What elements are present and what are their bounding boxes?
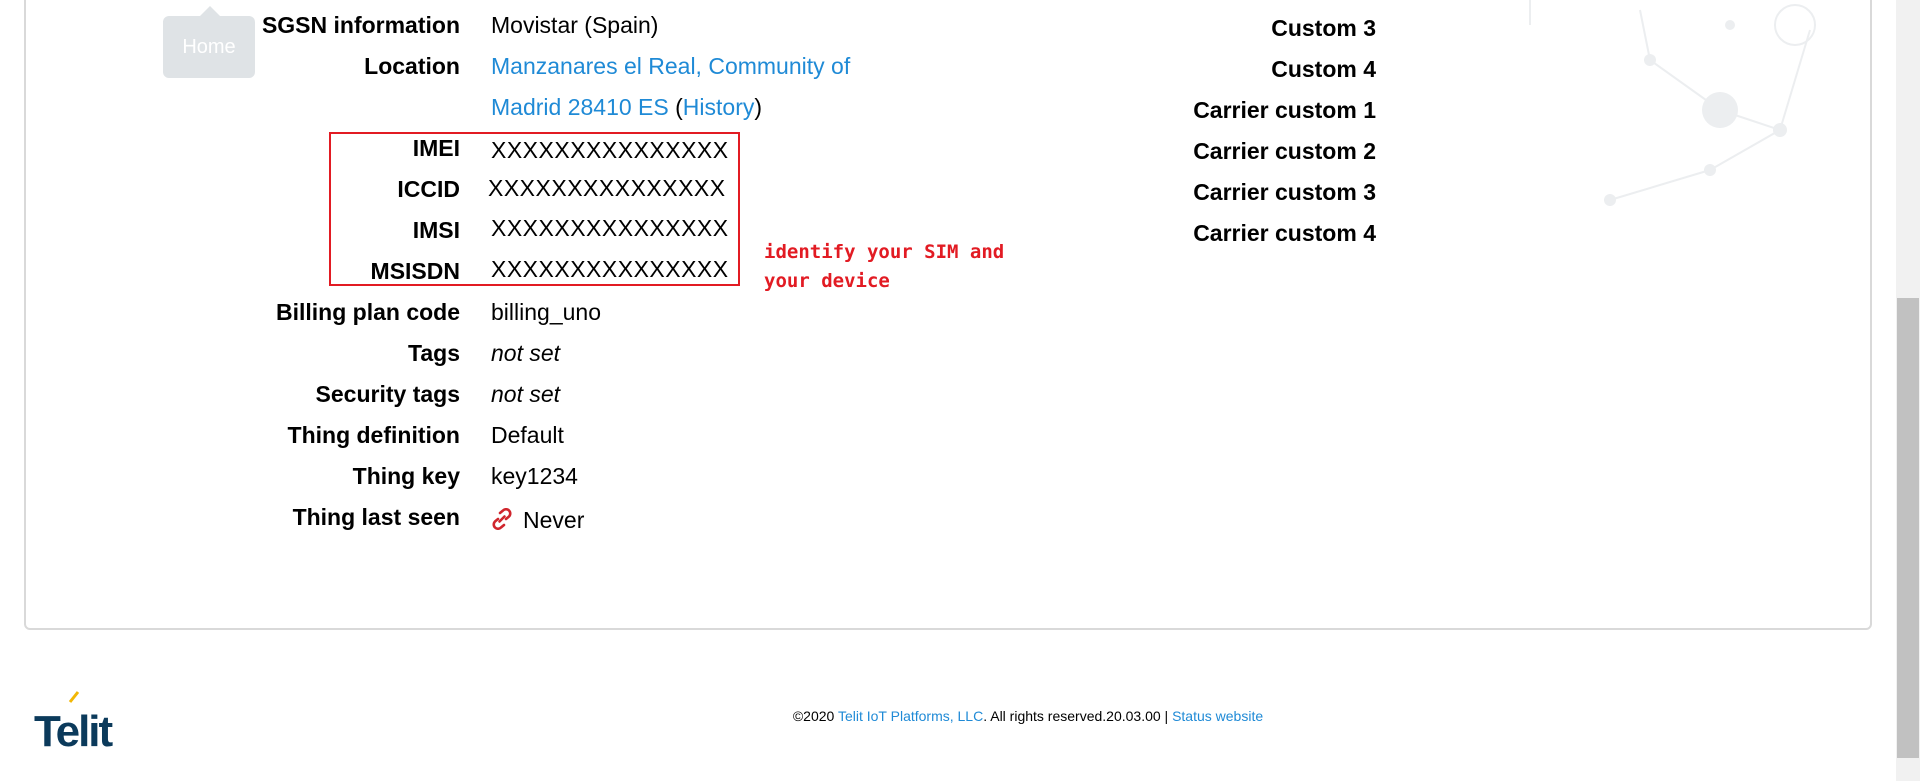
history-link[interactable]: History bbox=[683, 94, 755, 120]
security-tags-value: not set bbox=[491, 381, 561, 407]
location-link-cont[interactable]: Madrid 28410 ES bbox=[491, 94, 669, 120]
network-background-graphic bbox=[1529, 0, 1816, 206]
location-link[interactable]: Manzanares el Real, Community of bbox=[491, 53, 850, 79]
custom3-label: Custom 3 bbox=[1271, 15, 1376, 41]
thing-last-seen-label: Thing last seen bbox=[292, 504, 460, 530]
scrollbar-thumb[interactable] bbox=[1897, 298, 1919, 758]
rights-text: . All rights reserved.20.03.00 | bbox=[983, 708, 1173, 724]
thing-last-seen-value: Never bbox=[523, 507, 585, 533]
location-line2: Madrid 28410 ES (History) bbox=[491, 93, 762, 121]
tags-value: not set bbox=[491, 340, 561, 366]
company-link[interactable]: Telit IoT Platforms, LLC bbox=[838, 708, 983, 724]
billing-label: Billing plan code bbox=[275, 299, 460, 325]
thing-definition-value: Default bbox=[491, 422, 564, 448]
custom4-label: Custom 4 bbox=[1271, 56, 1376, 82]
paren-close: ) bbox=[754, 94, 763, 120]
tags-label: Tags bbox=[408, 340, 460, 366]
footer: ©2020 Telit IoT Platforms, LLC. All righ… bbox=[0, 708, 1896, 724]
status-website-link[interactable]: Status website bbox=[1172, 708, 1263, 724]
security-tags-label: Security tags bbox=[315, 381, 460, 407]
sgsn-label: SGSN information bbox=[261, 12, 460, 38]
broken-link-icon bbox=[491, 507, 513, 536]
copyright-text: ©2020 bbox=[792, 708, 838, 724]
thing-definition-label: Thing definition bbox=[287, 422, 460, 448]
paren-open: ( bbox=[675, 94, 683, 120]
carrier-custom2-label: Carrier custom 2 bbox=[1193, 138, 1376, 164]
sgsn-value: Movistar (Spain) bbox=[491, 12, 659, 38]
location-label: Location bbox=[364, 53, 460, 79]
sim-identifiers-highlight-box bbox=[329, 132, 740, 286]
carrier-custom1-label: Carrier custom 1 bbox=[1193, 97, 1376, 123]
location-link-line1[interactable]: Manzanares el Real, Community of bbox=[491, 52, 850, 80]
billing-value: billing_uno bbox=[491, 299, 601, 325]
carrier-custom4-label: Carrier custom 4 bbox=[1193, 220, 1376, 246]
thing-last-seen-row: Never bbox=[491, 506, 584, 536]
carrier-custom3-label: Carrier custom 3 bbox=[1193, 179, 1376, 205]
thing-key-value: key1234 bbox=[491, 463, 578, 489]
thing-key-label: Thing key bbox=[352, 463, 460, 489]
